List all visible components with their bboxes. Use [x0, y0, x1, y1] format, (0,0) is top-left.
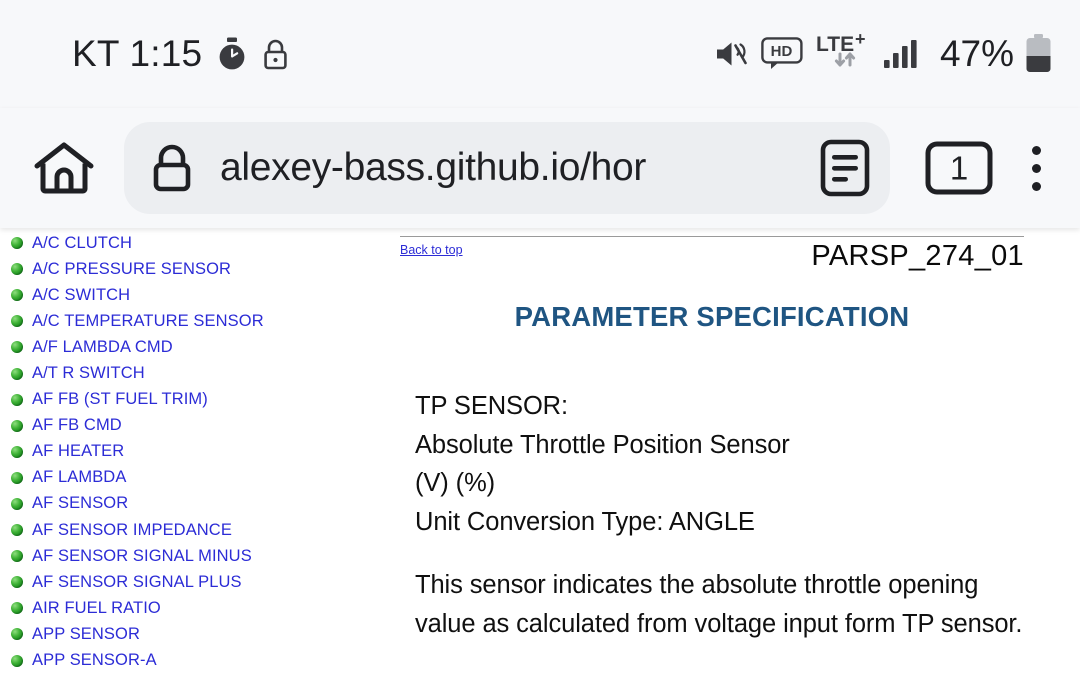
mute-icon	[714, 38, 750, 70]
document-id: PARSP_274_01	[811, 240, 1024, 272]
sidebar-item-at-r-switch[interactable]: A/T R SWITCH	[0, 360, 392, 386]
sidebar-item-label[interactable]: AF SENSOR SIGNAL PLUS	[32, 573, 242, 592]
overflow-menu-button[interactable]	[1010, 130, 1062, 206]
sidebar-item-af-heater[interactable]: AF HEATER	[0, 439, 392, 465]
more-vertical-icon-dot3	[1031, 181, 1041, 191]
sidebar-item-label[interactable]: AF HEATER	[32, 442, 124, 461]
sidebar-item-af-lambda[interactable]: AF LAMBDA	[0, 465, 392, 491]
sidebar-item-label[interactable]: AF SENSOR SIGNAL MINUS	[32, 547, 252, 566]
spec-body: TP SENSOR: Absolute Throttle Position Se…	[400, 387, 1024, 643]
spec-line-unit-conversion: Unit Conversion Type: ANGLE	[415, 507, 755, 536]
sidebar-item-app-sensor-a[interactable]: APP SENSOR-A	[0, 648, 392, 674]
lte-plus-icon: LTE +	[814, 33, 872, 75]
browser-toolbar: alexey-bass.github.io/hor 1	[0, 108, 1080, 228]
sidebar-item-label[interactable]: A/F LAMBDA CMD	[32, 338, 173, 357]
sidebar-item-label[interactable]: A/C CLUTCH	[32, 234, 132, 253]
sidebar-item-af-sensor-impedance[interactable]: AF SENSOR IMPEDANCE	[0, 517, 392, 543]
green-bullet-icon	[11, 550, 23, 563]
status-bar-right: HD LTE + 47%	[714, 33, 1052, 75]
green-bullet-icon	[11, 237, 23, 250]
sidebar-item-af-lambda-cmd[interactable]: A/F LAMBDA CMD	[0, 334, 392, 360]
tab-count-label: 1	[949, 149, 969, 187]
sidebar-item-label[interactable]: AF SENSOR	[32, 494, 128, 513]
lock-icon	[262, 37, 289, 72]
green-bullet-icon	[11, 445, 23, 458]
svg-text:LTE: LTE	[816, 33, 854, 56]
sidebar-item-af-fb-st-fuel-trim[interactable]: AF FB (ST FUEL TRIM)	[0, 387, 392, 413]
sidebar-item-label[interactable]: AF SENSOR IMPEDANCE	[32, 521, 232, 540]
sidebar-item-label[interactable]: A/T R SWITCH	[32, 364, 145, 383]
svg-text:+: +	[855, 33, 866, 49]
url-text: alexey-bass.github.io/hor	[220, 146, 647, 189]
signal-icon	[883, 38, 921, 70]
address-bar[interactable]: alexey-bass.github.io/hor	[124, 122, 890, 214]
hd-icon: HD	[761, 37, 803, 71]
sidebar-item-af-sensor-signal-minus[interactable]: AF SENSOR SIGNAL MINUS	[0, 543, 392, 569]
url-text-container: alexey-bass.github.io/hor	[220, 140, 808, 196]
sidebar-item-ac-switch[interactable]: A/C SWITCH	[0, 282, 392, 308]
reader-mode-icon	[818, 138, 872, 198]
green-bullet-icon	[11, 393, 23, 406]
sidebar-item-app-sensor[interactable]: APP SENSOR	[0, 621, 392, 647]
stopwatch-icon	[216, 37, 248, 71]
back-to-top-link[interactable]: Back to top	[400, 242, 463, 258]
battery-icon	[1025, 34, 1052, 74]
url-fade-overlay	[746, 140, 808, 196]
reader-mode-button[interactable]	[814, 137, 876, 199]
sidebar-item-label[interactable]: APP SENSOR-A	[32, 651, 157, 670]
spec-line-sensor-name: TP SENSOR:	[415, 392, 568, 420]
green-bullet-icon	[11, 654, 23, 667]
sidebar-item-label[interactable]: AF LAMBDA	[32, 468, 126, 487]
spec-line-sensor-description: Absolute Throttle Position Sensor	[415, 430, 790, 459]
web-page-content: A/C CLUTCH A/C PRESSURE SENSOR A/C SWITC…	[0, 228, 1080, 685]
green-bullet-icon	[11, 628, 23, 641]
sidebar-item-ac-pressure-sensor[interactable]: A/C PRESSURE SENSOR	[0, 256, 392, 282]
parameter-list-sidebar[interactable]: A/C CLUTCH A/C PRESSURE SENSOR A/C SWITC…	[0, 228, 392, 685]
status-bar: KT 1:15 HD LTE + 47%	[0, 0, 1080, 108]
home-button[interactable]	[26, 130, 102, 206]
status-bar-left: KT 1:15	[72, 33, 289, 75]
page-title: PARAMETER SPECIFICATION	[514, 301, 910, 332]
spec-document: Back to top PARSP_274_01 PARAMETER SPECI…	[392, 228, 1080, 685]
spec-line-units: (V) (%)	[415, 469, 496, 497]
green-bullet-icon	[11, 315, 23, 328]
sidebar-item-label[interactable]: AIR FUEL RATIO	[32, 599, 161, 618]
green-bullet-icon	[11, 289, 23, 302]
green-bullet-icon	[11, 263, 23, 276]
document-header: Back to top PARSP_274_01	[400, 237, 1024, 271]
green-bullet-icon	[11, 524, 23, 537]
sidebar-item-label[interactable]: A/C SWITCH	[32, 286, 130, 305]
sidebar-item-label[interactable]: A/C TEMPERATURE SENSOR	[32, 312, 264, 331]
status-clock: KT 1:15	[72, 33, 203, 74]
svg-text:HD: HD	[771, 43, 793, 60]
spec-paragraph: This sensor indicates the absolute throt…	[415, 571, 1023, 638]
lock-icon	[150, 142, 194, 194]
sidebar-item-af-sensor-signal-plus[interactable]: AF SENSOR SIGNAL PLUS	[0, 569, 392, 595]
green-bullet-icon	[11, 471, 23, 484]
green-bullet-icon	[11, 419, 23, 432]
tab-counter-button[interactable]: 1	[922, 131, 996, 205]
green-bullet-icon	[11, 497, 23, 510]
green-bullet-icon	[11, 367, 23, 380]
sidebar-item-label[interactable]: APP SENSOR	[32, 625, 140, 644]
sidebar-item-label[interactable]: AF FB CMD	[32, 416, 122, 435]
sidebar-item-label[interactable]: A/C PRESSURE SENSOR	[32, 260, 231, 279]
battery-percent-label: 47%	[939, 33, 1014, 74]
sidebar-item-air-fuel-ratio[interactable]: AIR FUEL RATIO	[0, 595, 392, 621]
green-bullet-icon	[11, 602, 23, 615]
green-bullet-icon	[11, 576, 23, 589]
more-vertical-icon-dot2	[1031, 163, 1041, 173]
more-vertical-icon	[1031, 145, 1041, 155]
sidebar-item-af-sensor[interactable]: AF SENSOR	[0, 491, 392, 517]
sidebar-item-af-fb-cmd[interactable]: AF FB CMD	[0, 413, 392, 439]
sidebar-item-label[interactable]: AF FB (ST FUEL TRIM)	[32, 390, 208, 409]
sidebar-item-ac-clutch[interactable]: A/C CLUTCH	[0, 230, 392, 256]
home-icon	[33, 140, 95, 196]
green-bullet-icon	[11, 341, 23, 354]
sidebar-item-ac-temperature-sensor[interactable]: A/C TEMPERATURE SENSOR	[0, 308, 392, 334]
